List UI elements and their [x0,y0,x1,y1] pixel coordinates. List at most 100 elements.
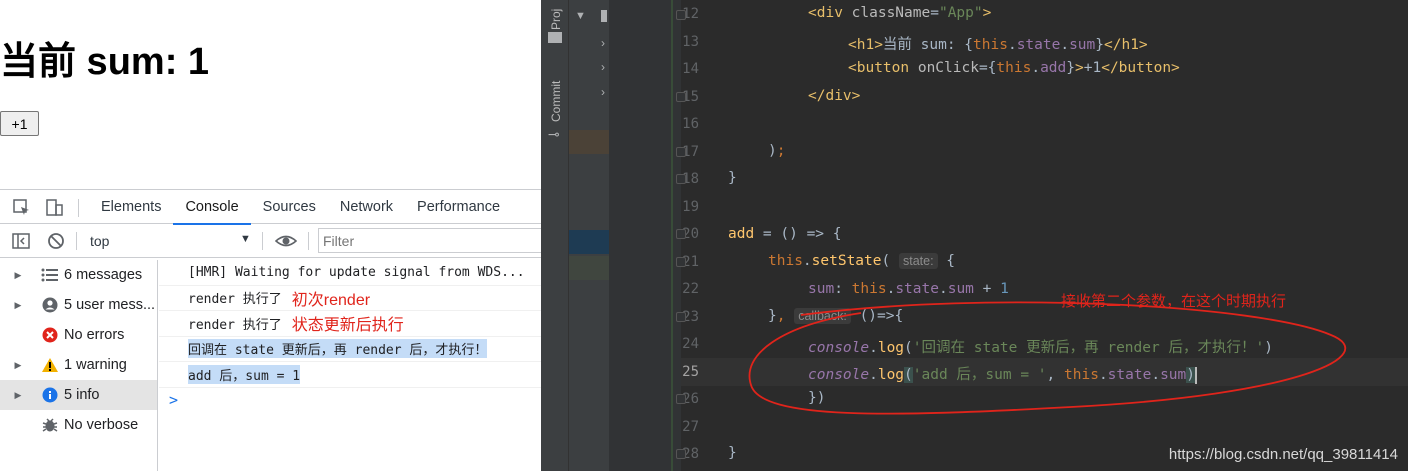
console-sidebar: ▶ 6 messages ▶ 5 user mess... No errors … [0,260,158,471]
fold-marker-icon[interactable] [676,394,686,404]
increment-button[interactable]: +1 [0,111,39,136]
fold-marker-icon[interactable] [676,312,686,322]
fold-marker-icon[interactable] [676,147,686,157]
sidebar-item-label: No errors [64,327,125,343]
code-line-14: <button onClick={this.add}>+1</button> [848,60,1180,76]
tab-console[interactable]: Console [173,190,251,225]
watermark: https://blog.csdn.net/qq_39811414 [1168,446,1398,463]
log-entry: 回调在 state 更新后，再 render 后，才执行！ [159,337,541,362]
error-icon [36,327,64,343]
fold-marker-icon[interactable] [676,449,686,459]
line-number: 19 [682,199,699,215]
browser-viewport: 当前 sum: 1 +1 Elements Console Sources Ne… [0,0,541,471]
fold-marker-icon[interactable] [676,174,686,184]
devtools-panel: Elements Console Sources Network Perform… [0,189,541,471]
sidebar-item-label: 5 info [64,387,100,403]
tab-performance[interactable]: Performance [405,190,512,224]
context-dropdown-icon[interactable]: ▼ [240,233,251,245]
code-line-28: } [728,445,737,461]
fold-marker-icon[interactable] [676,229,686,239]
console-log: [HMR] Waiting for update signal from WDS… [159,260,541,471]
line-number: 22 [682,281,699,297]
code-line-13: <h1>当前 sum: {this.state.sum}</h1> [848,37,1148,53]
log-entry: render 执行了 初次render [159,286,541,311]
ide-tool-strip: Proj Commit ⊸ [541,0,569,471]
annotation-note: 接收第二个参数，在这个时期执行 [1061,293,1287,310]
annotation-ellipse [748,301,1347,415]
list-icon [36,268,64,282]
code-line-12: <div className="App"> [808,5,992,21]
log-text: [HMR] Waiting for update signal from WDS… [188,264,525,280]
sidebar-item-verbose[interactable]: No verbose [0,410,157,440]
line-number: 14 [682,61,699,77]
log-text: render 执行了 [188,292,282,308]
console-prompt[interactable]: > [159,388,541,414]
console-body: ▶ 6 messages ▶ 5 user mess... No errors … [0,260,541,471]
sidebar-item-label: 6 messages [64,267,143,283]
sidebar-item-messages[interactable]: ▶ 6 messages [0,260,157,290]
tab-sources[interactable]: Sources [251,190,328,224]
tab-elements[interactable]: Elements [89,190,173,224]
line-number: 24 [682,336,699,352]
line-number: 16 [682,116,699,132]
commit-tool-tab[interactable]: Commit [549,81,563,122]
chevron-icon[interactable]: › [601,60,605,74]
sidebar-item-label: 1 warning [64,357,127,373]
sidebar-item-label: No verbose [64,417,139,433]
log-text: add 后，sum = 1 [188,364,301,384]
ide-window: Proj Commit ⊸ ▼ › › › <div className="Ap… [541,0,1408,471]
folder-icon [548,32,562,43]
diff-marker [569,130,609,154]
collapse-arrow-icon[interactable]: ▼ [575,10,586,22]
console-filter-input[interactable] [318,228,541,253]
clear-console-icon[interactable] [47,232,65,253]
line-number: 13 [682,34,699,50]
tab-network[interactable]: Network [328,190,405,224]
prompt-chevron-icon: > [169,391,179,410]
user-icon [36,297,64,313]
code-line-17: ); [768,143,786,159]
eye-icon[interactable] [274,232,298,253]
chevron-icon[interactable]: › [601,36,605,50]
bug-icon [36,417,64,433]
chevron-icon[interactable]: › [601,85,605,99]
line-number: 27 [682,419,699,435]
warning-icon [36,357,64,373]
expand-caret-icon[interactable]: ▶ [0,390,36,401]
context-selector-value[interactable]: top [90,233,109,249]
log-entry: render 执行了 状态更新后执行 [159,311,541,337]
log-text: render 执行了 [188,317,282,333]
sidebar-item-user-messages[interactable]: ▶ 5 user mess... [0,290,157,320]
expand-caret-icon[interactable]: ▶ [0,360,36,371]
log-text: 回调在 state 更新后，再 render 后，才执行！ [188,339,488,359]
code-line-18: } [728,170,737,186]
fold-marker-icon[interactable] [676,92,686,102]
device-toolbar-icon[interactable] [44,198,64,218]
fold-marker-icon[interactable] [676,257,686,267]
sidebar-item-label: 5 user mess... [64,297,156,313]
file-marker [601,10,607,22]
tab-divider [78,199,79,217]
toolbar-divider [308,232,309,250]
project-tool-tab[interactable]: Proj [549,9,563,30]
sidebar-item-info[interactable]: ▶ 5 info [0,380,157,410]
info-icon [36,387,64,403]
inspect-element-icon[interactable] [12,198,32,218]
commit-icon: ⊸ [548,126,560,142]
sidebar-toggle-icon[interactable] [12,232,30,253]
sidebar-item-errors[interactable]: No errors [0,320,157,350]
log-annotation: 初次render [291,291,371,309]
fold-marker-icon[interactable] [676,10,686,20]
code-line-21: this.setState( state: { [768,253,956,269]
expand-caret-icon[interactable]: ▶ [0,270,36,281]
page-heading: 当前 sum: 1 [0,41,210,83]
sidebar-item-warnings[interactable]: ▶ 1 warning [0,350,157,380]
log-entry: [HMR] Waiting for update signal from WDS… [159,260,541,286]
diff-marker [569,256,609,280]
devtools-tab-list: Elements Console Sources Network Perform… [89,190,512,225]
console-toolbar: top ▼ [0,224,541,258]
log-entry: add 后，sum = 1 [159,362,541,388]
expand-caret-icon[interactable]: ▶ [0,300,36,311]
line-number-current: 25 [682,364,699,380]
toolbar-divider [76,232,77,250]
